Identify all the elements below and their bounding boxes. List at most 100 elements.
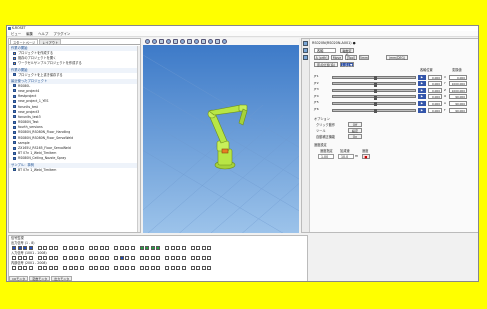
- iso-view-icon[interactable]: [194, 39, 199, 44]
- axis-slider[interactable]: [332, 95, 416, 100]
- slider-knob[interactable]: [374, 109, 377, 113]
- converted-value[interactable]: 90.000: [449, 94, 467, 100]
- signal-indicator[interactable]: [54, 256, 58, 261]
- signal-indicator[interactable]: [17, 266, 22, 271]
- axis-value[interactable]: 0.000: [428, 87, 442, 93]
- option-toggle[interactable]: 設定: [348, 128, 362, 133]
- menu-item-view[interactable]: ビュー: [11, 31, 21, 37]
- signal-indicator[interactable]: [181, 256, 186, 261]
- signal-indicator[interactable]: [181, 266, 186, 271]
- axis-jog-button[interactable]: ▶: [418, 81, 426, 87]
- axis-value[interactable]: 0.000: [428, 81, 442, 87]
- signal-indicator[interactable]: [48, 246, 53, 251]
- converted-value[interactable]: 1000.000: [449, 81, 467, 87]
- signal-indicator[interactable]: [190, 256, 195, 261]
- axis-slider[interactable]: [332, 75, 416, 80]
- tab-layout[interactable]: レイアウト: [39, 39, 62, 45]
- slider-knob[interactable]: [374, 89, 377, 94]
- left-scrollbar[interactable]: [137, 46, 140, 232]
- menu-item-plugin[interactable]: プラグイン: [53, 31, 70, 37]
- signal-indicator[interactable]: [79, 266, 84, 271]
- signal-indicator[interactable]: [48, 266, 53, 271]
- top-view-icon[interactable]: [180, 39, 185, 44]
- signal-indicator[interactable]: [170, 266, 175, 271]
- signal-indicator[interactable]: [176, 256, 180, 261]
- signal-indicator[interactable]: [145, 266, 149, 271]
- signal-indicator[interactable]: [63, 246, 67, 251]
- menu-item-help[interactable]: ヘルプ: [38, 31, 48, 37]
- accel-input[interactable]: 10.0: [338, 154, 354, 159]
- measure-icon[interactable]: [215, 39, 220, 44]
- signal-indicator[interactable]: [130, 256, 135, 261]
- signal-indicator[interactable]: [119, 256, 124, 261]
- config-button-5mm[interactable]: 5mm: [359, 55, 369, 60]
- fit-view-icon[interactable]: [166, 39, 171, 44]
- signal-indicator[interactable]: [43, 266, 47, 271]
- signal-indicator[interactable]: [207, 246, 211, 251]
- signal-indicator[interactable]: [114, 266, 118, 271]
- signal-indicator[interactable]: [207, 266, 211, 271]
- axis-convert-button[interactable]: 軸数変換: [340, 48, 354, 57]
- signal-indicator[interactable]: [176, 266, 180, 271]
- slider-knob[interactable]: [374, 102, 377, 107]
- robot-select-button[interactable]: 1 (1) ▼: [340, 62, 354, 67]
- units-button[interactable]: (mm/DEG): [386, 55, 408, 60]
- signal-indicator[interactable]: [130, 266, 135, 271]
- pan-icon[interactable]: [152, 39, 157, 44]
- axis-slider[interactable]: [332, 82, 416, 87]
- list-item[interactable]: プロジェクトを上書き保存する: [9, 73, 140, 78]
- signal-indicator[interactable]: [190, 266, 195, 271]
- signal-indicator[interactable]: [99, 246, 104, 251]
- signal-indicator[interactable]: [125, 246, 129, 251]
- speed-input[interactable]: 1.00: [318, 154, 334, 159]
- robot-icon[interactable]: [303, 41, 308, 46]
- tab-io-monitor[interactable]: I/Oモニタ: [9, 276, 29, 281]
- signal-indicator[interactable]: [37, 246, 42, 251]
- signal-indicator[interactable]: [196, 256, 200, 261]
- signal-indicator[interactable]: [94, 246, 98, 251]
- zoom-icon[interactable]: [159, 39, 164, 44]
- signal-indicator[interactable]: [28, 256, 33, 261]
- signal-indicator[interactable]: [12, 256, 16, 261]
- axis-value[interactable]: 0.000: [428, 74, 442, 80]
- signal-indicator[interactable]: [68, 266, 73, 271]
- signal-indicator[interactable]: [23, 266, 27, 271]
- signal-indicator[interactable]: [28, 266, 33, 271]
- signal-indicator[interactable]: [63, 266, 67, 271]
- axis-value[interactable]: 0.000: [428, 100, 442, 106]
- signal-indicator[interactable]: [190, 246, 195, 251]
- tab-variable-monitor[interactable]: 変数モニタ: [29, 276, 51, 281]
- mode-select[interactable]: 各軸: [314, 48, 336, 53]
- signal-indicator[interactable]: [145, 256, 149, 261]
- signal-indicator[interactable]: [99, 256, 104, 261]
- signal-indicator[interactable]: [88, 246, 93, 251]
- signal-indicator[interactable]: [12, 246, 16, 251]
- signal-indicator[interactable]: [105, 266, 109, 271]
- signal-indicator[interactable]: [201, 246, 206, 251]
- option-toggle[interactable]: Off: [348, 122, 362, 127]
- signal-indicator[interactable]: [17, 246, 22, 251]
- signal-indicator[interactable]: [105, 256, 109, 261]
- config-button-move[interactable]: Move: [331, 55, 343, 60]
- settings-icon[interactable]: [222, 39, 227, 44]
- signal-indicator[interactable]: [94, 266, 98, 271]
- list-item[interactable]: BT 07n 1_Weld_Timitem: [9, 168, 140, 173]
- converted-value[interactable]: 0.000: [449, 74, 467, 80]
- signal-indicator[interactable]: [156, 256, 160, 261]
- signal-indicator[interactable]: [74, 246, 78, 251]
- signal-indicator[interactable]: [37, 266, 42, 271]
- signal-indicator[interactable]: [150, 266, 155, 271]
- axis-jog-button[interactable]: ▶: [418, 74, 426, 80]
- axis-slider[interactable]: [332, 88, 416, 94]
- signal-indicator[interactable]: [125, 256, 129, 261]
- slider-knob[interactable]: [374, 76, 377, 80]
- signal-indicator[interactable]: [63, 256, 67, 261]
- signal-indicator[interactable]: [88, 256, 93, 261]
- axis-jog-button[interactable]: ▶: [418, 94, 426, 100]
- tab-start-page[interactable]: スタートページ: [10, 39, 39, 45]
- side-view-icon[interactable]: [187, 39, 192, 44]
- signal-indicator[interactable]: [150, 256, 155, 261]
- slider-knob[interactable]: [374, 95, 377, 100]
- signal-indicator[interactable]: [201, 266, 206, 271]
- signal-indicator[interactable]: [105, 246, 109, 251]
